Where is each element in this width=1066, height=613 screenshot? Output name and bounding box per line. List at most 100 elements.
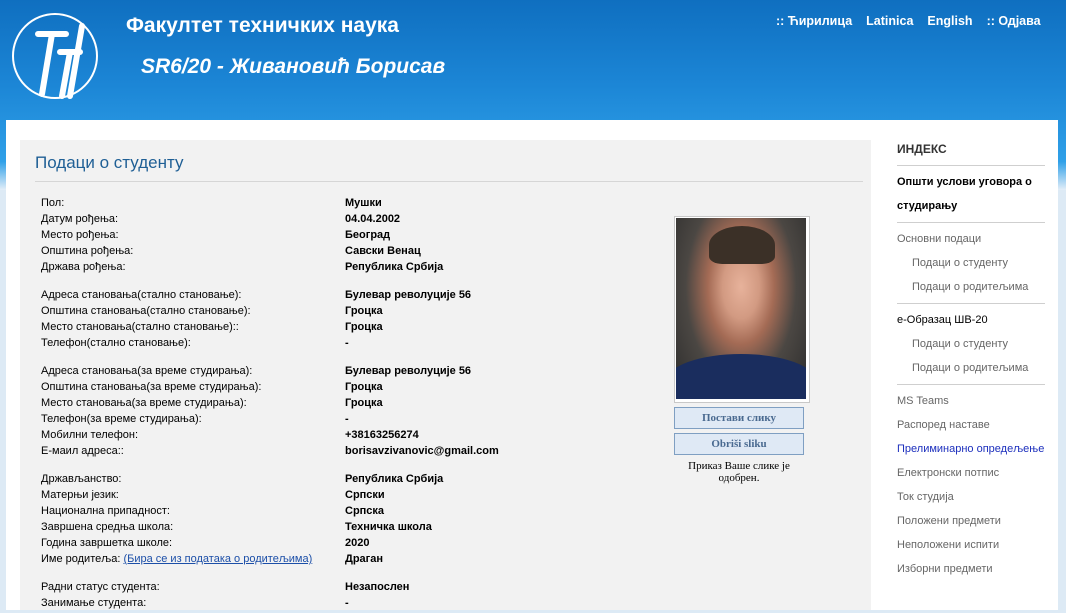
data-row: Мобилни телефон: +38163256274: [41, 429, 641, 445]
sidebar-item[interactable]: Подаци о студенту: [897, 251, 1045, 275]
field-value: Српски: [345, 489, 385, 501]
field-label: Пол:: [41, 197, 65, 209]
sidebar-item[interactable]: Подаци о родитељима: [897, 356, 1045, 380]
sidebar-item[interactable]: Општи услови уговора о студирању: [897, 170, 1045, 218]
lang-latinica-link[interactable]: Latinica: [866, 14, 913, 28]
field-label: Место становања(за време студирања):: [41, 397, 247, 409]
sidebar-item[interactable]: Подаци о родитељима: [897, 275, 1045, 299]
faculty-logo-icon[interactable]: [8, 4, 102, 108]
field-value: Техничка школа: [345, 521, 432, 533]
field-label: Е-маил адреса::: [41, 445, 124, 457]
data-row: Завршена средња школа: Техничка школа: [41, 521, 641, 537]
field-label: Адреса становања(за време студирања):: [41, 365, 253, 377]
field-label: Место рођења:: [41, 229, 119, 241]
field-value: Мушки: [345, 197, 382, 209]
field-value: Савски Венац: [345, 245, 421, 257]
data-row: Пол: Мушки: [41, 197, 641, 213]
data-row: Место рођења: Београд: [41, 229, 641, 245]
sidebar-item[interactable]: Распоред наставе: [897, 413, 1045, 437]
field-value: Булевар револуције 56: [345, 289, 472, 301]
data-row: Име родитеља: (Бира се из података о род…: [41, 553, 641, 569]
field-value: Гроцка: [345, 381, 383, 393]
data-row: Датум рођења: 04.04.2002: [41, 213, 641, 229]
field-label: Година завршетка школе:: [41, 537, 173, 549]
lang-english-link[interactable]: English: [927, 14, 972, 28]
data-row: Година завршетка школе: 2020: [41, 537, 641, 553]
data-row: Општина рођења: Савски Венац: [41, 245, 641, 261]
field-value: borisavzivanovic@gmail.com: [345, 445, 499, 457]
data-row: Адреса становања(за време студирања): Бул…: [41, 365, 641, 381]
field-label: Место становања(стално становање)::: [41, 321, 239, 333]
field-value: Гроцка: [345, 397, 383, 409]
data-row: Место становања(стално становање):: Гроцк…: [41, 321, 641, 337]
sidebar-item[interactable]: Неположени испити: [897, 533, 1045, 557]
field-value: Незапослен: [345, 581, 410, 593]
sidebar-item[interactable]: е-Образац ШВ-20: [897, 308, 1045, 332]
field-label: Датум рођења:: [41, 213, 119, 225]
field-label: Телефон(за време студирања):: [41, 413, 202, 425]
data-row: Држављанство: Република Србија: [41, 473, 641, 489]
field-label: Радни статус студента:: [41, 581, 160, 593]
field-value: Република Србија: [345, 473, 444, 485]
logout-link[interactable]: :: Одјава: [987, 14, 1041, 28]
faculty-name: Факултет техничких наука: [126, 14, 399, 37]
field-value: Београд: [345, 229, 391, 241]
photo-approval-note: Приказ Ваше слике је одобрен.: [688, 460, 790, 484]
panel-title: Подаци о студенту: [35, 153, 184, 172]
field-value: Српска: [345, 505, 385, 517]
sidebar-item[interactable]: Електронски потпис: [897, 461, 1045, 485]
field-label: Мобилни телефон:: [41, 429, 139, 441]
data-row: Адреса становања(стално становање): Булев…: [41, 289, 641, 305]
data-row: Место становања(за време студирања): Гроц…: [41, 397, 641, 413]
sidebar-item[interactable]: Ток студија: [897, 485, 1045, 509]
field-label: Држављанство:: [41, 473, 122, 485]
language-links: :: Ћирилица Latinica English :: Одјава: [776, 14, 1055, 28]
field-label: Матерњи језик:: [41, 489, 119, 501]
sidebar-item[interactable]: Изборни предмети: [897, 557, 1045, 581]
sidebar-item[interactable]: Положени предмети: [897, 509, 1045, 533]
field-label: Име родитеља: (Бира се из података о род…: [41, 553, 313, 565]
field-label: Општина становања(стално становање):: [41, 305, 251, 317]
student-title: SR6/20 - Живановић Борисав: [141, 55, 446, 78]
student-data-list: Пол: Мушки Датум рођења: 04.04.2002 Место ро…: [41, 197, 641, 613]
field-value: 04.04.2002: [345, 213, 401, 225]
data-row: Општина становања(за време студирања): Гр…: [41, 381, 641, 397]
field-label: Завршена средња школа:: [41, 521, 174, 533]
data-row: Национална припадност: Српска: [41, 505, 641, 521]
sidebar-divider: [897, 384, 1045, 385]
sidebar-divider: [897, 222, 1045, 223]
data-row: Општина становања(стално становање): Гроц…: [41, 305, 641, 321]
field-label: Општина рођења:: [41, 245, 134, 257]
data-row: Матерњи језик: Српски: [41, 489, 641, 505]
data-row: Занимање студента: -: [41, 597, 641, 613]
data-row: Е-маил адреса:: borisavzivanovic@gmail.co…: [41, 445, 641, 461]
delete-photo-button[interactable]: Obriši sliku: [674, 433, 804, 455]
choose-parent-link[interactable]: (Бира се из података о родитељима): [123, 553, 312, 565]
field-value: -: [345, 337, 349, 349]
sidebar-divider: [897, 165, 1045, 166]
sidebar-item[interactable]: Подаци о студенту: [897, 332, 1045, 356]
data-row: Држава рођења: Република Србија: [41, 261, 641, 277]
index-sidebar: ИНДЕКС Општи услови уговора о студирању О…: [897, 142, 1045, 581]
student-data-panel: Подаци о студенту Пол: Мушки Датум рођења:…: [20, 140, 871, 610]
field-label: Телефон(стално становање):: [41, 337, 191, 349]
lang-cyrillic-link[interactable]: :: Ћирилица: [776, 14, 852, 28]
sidebar-item[interactable]: MS Teams: [897, 389, 1045, 413]
field-value: -: [345, 413, 349, 425]
sidebar-item[interactable]: Основни подаци: [897, 227, 1045, 251]
set-photo-button[interactable]: Постави слику: [674, 407, 804, 429]
data-row: Телефон(стално становање): -: [41, 337, 641, 353]
content-area: Подаци о студенту Пол: Мушки Датум рођења:…: [6, 120, 1058, 610]
field-value: Гроцка: [345, 321, 383, 333]
field-label: Општина становања(за време студирања):: [41, 381, 262, 393]
student-photo: [674, 216, 810, 403]
field-value: Булевар револуције 56: [345, 365, 472, 377]
sidebar-divider: [897, 303, 1045, 304]
field-label: Држава рођења:: [41, 261, 126, 273]
field-value: -: [345, 597, 349, 609]
sidebar-item[interactable]: Прелиминарно опредељење: [897, 437, 1045, 461]
field-value: 2020: [345, 537, 370, 549]
